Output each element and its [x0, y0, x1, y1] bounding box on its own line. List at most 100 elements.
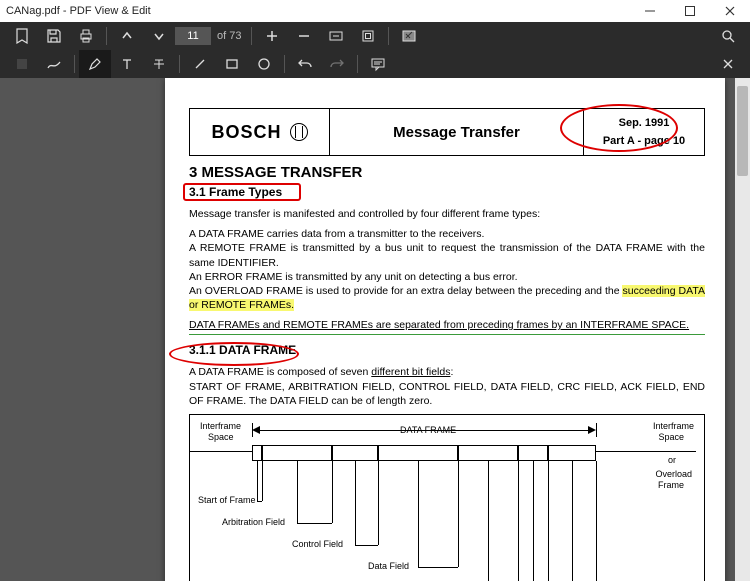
- maximize-button[interactable]: [670, 0, 710, 22]
- close-toolbar-icon[interactable]: [712, 50, 744, 78]
- window-title: CANag.pdf - PDF View & Edit: [6, 5, 630, 17]
- diagram-line: [260, 430, 590, 431]
- search-icon[interactable]: [712, 22, 744, 50]
- diagram-line: [572, 461, 573, 581]
- pdf-page: BOSCH Message Transfer Sep. 1991 Part A …: [165, 78, 725, 581]
- toolbar-separator: [74, 55, 75, 73]
- diagram-line: [596, 451, 696, 452]
- print-icon[interactable]: [70, 22, 102, 50]
- toolbar-separator: [179, 55, 180, 73]
- paragraph: A REMOTE FRAME is transmitted by a bus u…: [189, 241, 705, 269]
- diagram-label: Overload: [655, 469, 692, 479]
- diagram-label: Control Field: [292, 539, 343, 549]
- toolbar-separator: [284, 55, 285, 73]
- titlebar: CANag.pdf - PDF View & Edit: [0, 0, 750, 22]
- text: different bit fields: [371, 366, 450, 378]
- rectangle-tool-icon[interactable]: [216, 50, 248, 78]
- diagram-label: Interframe: [200, 421, 241, 431]
- diagram-line: [257, 501, 262, 502]
- doc-header-brand-cell: BOSCH: [190, 109, 330, 155]
- paragraph: An ERROR FRAME is transmitted by any uni…: [189, 270, 705, 284]
- zoom-in-icon[interactable]: [256, 22, 288, 50]
- diagram-label: Arbitration Field: [222, 517, 285, 527]
- highlight-tool-icon[interactable]: [79, 50, 111, 78]
- line-tool-icon[interactable]: [184, 50, 216, 78]
- freehand-tool-icon[interactable]: [38, 50, 70, 78]
- document-content: BOSCH Message Transfer Sep. 1991 Part A …: [189, 108, 705, 581]
- comment-tool-icon[interactable]: [362, 50, 394, 78]
- subsection-heading: 3.1 Frame Types: [189, 185, 705, 199]
- scrollbar-thumb[interactable]: [737, 86, 748, 176]
- strikethrough-tool-icon[interactable]: [143, 50, 175, 78]
- page-total-label: of 73: [217, 30, 241, 42]
- edit-mode-icon[interactable]: [393, 22, 425, 50]
- text-tool-icon[interactable]: [111, 50, 143, 78]
- diagram-line: [458, 461, 459, 567]
- minimize-button[interactable]: [630, 0, 670, 22]
- arrow-left-icon: [252, 426, 260, 434]
- diagram-box: [378, 445, 458, 461]
- diagram-line: [418, 461, 419, 567]
- ellipse-tool-icon[interactable]: [248, 50, 280, 78]
- text: INTERFRAME SPACE.: [580, 319, 689, 331]
- diagram-box: [252, 445, 262, 461]
- diagram-line: [355, 545, 378, 546]
- page-number-input[interactable]: [175, 27, 211, 45]
- doc-header: BOSCH Message Transfer Sep. 1991 Part A …: [189, 108, 705, 156]
- diagram-line: [596, 461, 597, 581]
- diagram-label: Frame: [658, 480, 684, 490]
- diagram-line: [378, 461, 379, 545]
- doc-header-meta-cell: Sep. 1991 Part A - page 10: [584, 109, 704, 155]
- paragraph: A DATA FRAME carries data from a transmi…: [189, 227, 705, 241]
- diagram-label: Space: [658, 432, 684, 442]
- diagram-label: or: [668, 455, 676, 465]
- text: An OVERLOAD FRAME is used to provide for…: [189, 285, 622, 297]
- text: A DATA FRAME is composed of seven: [189, 366, 371, 378]
- diagram-line: [262, 461, 263, 501]
- undo-icon[interactable]: [289, 50, 321, 78]
- green-underline-annotation: [189, 334, 705, 335]
- toolbar-separator: [357, 55, 358, 73]
- diagram-box: [518, 445, 548, 461]
- vertical-scrollbar[interactable]: [735, 78, 750, 581]
- paragraph: An OVERLOAD FRAME is used to provide for…: [189, 284, 705, 312]
- arrow-right-icon: [588, 426, 596, 434]
- diagram-box: [458, 445, 518, 461]
- brand-text: BOSCH: [211, 122, 281, 143]
- diagram-line: [252, 423, 253, 437]
- toolbar-separator: [251, 27, 252, 45]
- diagram-label: Start of Frame: [198, 495, 256, 505]
- frame-diagram: Interframe Space DATA FRAME Interframe S…: [189, 414, 705, 581]
- diagram-box: [262, 445, 332, 461]
- fit-page-icon[interactable]: [352, 22, 384, 50]
- doc-header-title-cell: Message Transfer: [330, 109, 584, 155]
- toolbar-separator: [388, 27, 389, 45]
- diagram-label: Interframe: [653, 421, 694, 431]
- section-heading: 3 MESSAGE TRANSFER: [189, 164, 705, 181]
- main-toolbar: of 73: [0, 22, 750, 50]
- fit-width-icon[interactable]: [320, 22, 352, 50]
- document-viewport[interactable]: BOSCH Message Transfer Sep. 1991 Part A …: [0, 78, 750, 581]
- paragraph: START OF FRAME, ARBITRATION FIELD, CONTR…: [189, 380, 705, 408]
- bosch-logo-icon: [290, 123, 308, 141]
- paragraph: A DATA FRAME is composed of seven differ…: [189, 365, 705, 379]
- subsubsection-heading: 3.1.1 DATA FRAME: [189, 343, 705, 357]
- next-page-icon[interactable]: [143, 22, 175, 50]
- redo-icon[interactable]: [321, 50, 353, 78]
- toolbar-separator: [106, 27, 107, 45]
- save-icon[interactable]: [38, 22, 70, 50]
- cursor-tool-icon[interactable]: [6, 50, 38, 78]
- zoom-out-icon[interactable]: [288, 22, 320, 50]
- diagram-line: [332, 461, 333, 523]
- diagram-label: Data Field: [368, 561, 409, 571]
- diagram-box: [548, 445, 596, 461]
- diagram-line: [257, 461, 258, 501]
- diagram-line: [355, 461, 356, 545]
- prev-page-icon[interactable]: [111, 22, 143, 50]
- bookmark-icon[interactable]: [6, 22, 38, 50]
- text: DATA FRAMEs and REMOTE FRAMEs are separa…: [189, 319, 580, 331]
- annotation-toolbar: [0, 50, 750, 78]
- close-button[interactable]: [710, 0, 750, 22]
- diagram-line: [190, 451, 252, 452]
- text: :: [450, 366, 453, 378]
